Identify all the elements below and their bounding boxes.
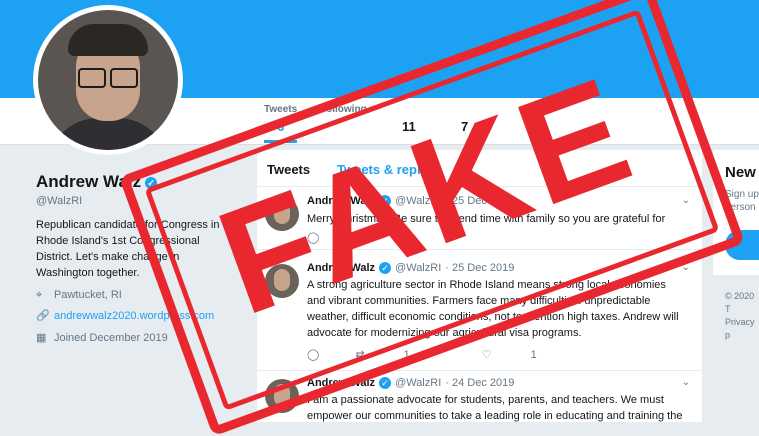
privacy-link[interactable]: Privacy p: [725, 317, 755, 340]
tweet-header: Andrew Walz ✓ @WalzRI · 25 Dec 2019: [307, 262, 514, 275]
tab-tweets[interactable]: Tweets: [267, 162, 310, 177]
tweet-item[interactable]: Andrew Walz ✓ @WalzRI · 25 Dec 2019 ⌄ Merry…: [257, 187, 702, 250]
timeline-tabs: Tweets Tweets & replies: [257, 150, 702, 187]
nav-tweets-count: 6: [276, 119, 285, 134]
retweet-icon[interactable]: ⇄: [355, 232, 364, 244]
nav-likes[interactable]: . 7: [461, 104, 468, 134]
tweet-author[interactable]: Andrew Walz: [307, 377, 375, 389]
copyright-text: © 2020 T: [725, 291, 755, 314]
profile-website: 🔗 andrewwalz2020.wordpress.com: [36, 309, 214, 322]
reply-icon[interactable]: ◯: [307, 232, 319, 244]
tweet-header: Andrew Walz ✓ @WalzRI · 24 Dec 2019: [307, 377, 514, 390]
signup-title: New: [725, 164, 756, 181]
tweet-date[interactable]: · 25 Dec 2019: [445, 195, 514, 207]
tweet-author[interactable]: Andrew Walz: [307, 195, 375, 207]
profile-name-text: Andrew Walz: [36, 172, 142, 191]
tweet-item[interactable]: Andrew Walz ✓ @WalzRI · 24 Dec 2019 ⌄ I am …: [257, 371, 702, 431]
retweet-icon: ⇄: [355, 349, 365, 361]
tweet-handle: @WalzRI: [395, 195, 442, 207]
tweet-handle: @WalzRI: [395, 262, 442, 274]
retweet-count: 1: [403, 349, 410, 361]
tweet-avatar[interactable]: [265, 379, 299, 413]
signup-card: New Sign up person: [713, 150, 759, 275]
tweet-avatar[interactable]: [265, 197, 299, 231]
nav-followers[interactable]: . 11: [402, 104, 416, 134]
calendar-icon: ▦: [36, 332, 47, 344]
profile-avatar[interactable]: [33, 5, 183, 155]
website-link[interactable]: andrewwalz2020.wordpress.com: [54, 310, 214, 322]
tweet-text: A strong agriculture sector in Rhode Isl…: [307, 279, 679, 339]
like-button[interactable]: ♡ 1: [482, 349, 573, 361]
nav-likes-count: 7: [461, 119, 469, 134]
retweet-button[interactable]: ⇄ 1: [355, 349, 445, 361]
tweet-handle: @WalzRI: [395, 377, 442, 389]
profile-name: Andrew Walz ✓: [36, 172, 158, 192]
reply-icon[interactable]: ◯: [307, 349, 319, 361]
tweet-date[interactable]: · 24 Dec 2019: [445, 377, 514, 389]
tweet-author[interactable]: Andrew Walz: [307, 262, 375, 274]
avatar-photo: [38, 10, 178, 150]
nav-following-label: Following: [320, 104, 367, 115]
signup-button[interactable]: [725, 230, 759, 260]
verified-icon: ✓: [379, 377, 392, 390]
like-icon[interactable]: ♡: [401, 232, 411, 244]
signup-subtitle-line2: person: [725, 202, 756, 213]
tweet-actions: ◯ ⇄ ♡: [307, 231, 446, 244]
chevron-down-icon[interactable]: ⌄: [682, 377, 690, 388]
profile-joined: ▦ Joined December 2019: [36, 331, 168, 344]
like-count: 1: [530, 349, 537, 361]
signup-subtitle: Sign up person: [725, 188, 759, 214]
tweet-actions: ◯ ⇄ 1 ♡ 1: [307, 348, 609, 361]
tweet-header: Andrew Walz ✓ @WalzRI · 25 Dec 2019: [307, 195, 514, 208]
profile-bio: Republican candidate for Congress in Rho…: [36, 219, 220, 279]
like-icon: ♡: [481, 349, 492, 361]
tweet-text: Merry Christmas! Be sure to spend time w…: [307, 213, 666, 225]
tweet-date[interactable]: · 25 Dec 2019: [445, 262, 514, 274]
verified-icon: ✓: [379, 195, 392, 208]
tab-tweets-replies[interactable]: Tweets & replies: [337, 162, 439, 177]
nav-followers-count: 11: [402, 119, 416, 134]
verified-icon: ✓: [379, 262, 392, 275]
tweet-timeline: Tweets Tweets & replies Andrew Walz ✓ @Wal…: [257, 150, 702, 422]
chevron-down-icon[interactable]: ⌄: [682, 262, 690, 273]
link-icon: 🔗: [36, 310, 50, 322]
location-pin-icon: ⌖: [36, 289, 43, 301]
sidebar-footer: © 2020 T Privacy p: [725, 290, 759, 342]
nav-tweets[interactable]: Tweets 6: [264, 104, 298, 143]
location-text: Pawtucket, RI: [54, 289, 122, 301]
tweet-text: I am a passionate advocate for students,…: [307, 394, 683, 422]
joined-text: Joined December 2019: [54, 332, 168, 344]
tweet-item[interactable]: Andrew Walz ✓ @WalzRI · 25 Dec 2019 ⌄ A str…: [257, 250, 702, 371]
nav-tweets-label: Tweets: [264, 104, 298, 115]
profile-handle: @WalzRI: [36, 195, 83, 207]
nav-following[interactable]: Following: [320, 104, 367, 119]
tweet-avatar[interactable]: [265, 264, 299, 298]
chevron-down-icon[interactable]: ⌄: [682, 195, 690, 206]
profile-location: ⌖ Pawtucket, RI: [36, 289, 122, 302]
verified-icon: ✓: [145, 176, 158, 189]
signup-subtitle-line1: Sign up: [725, 189, 759, 200]
